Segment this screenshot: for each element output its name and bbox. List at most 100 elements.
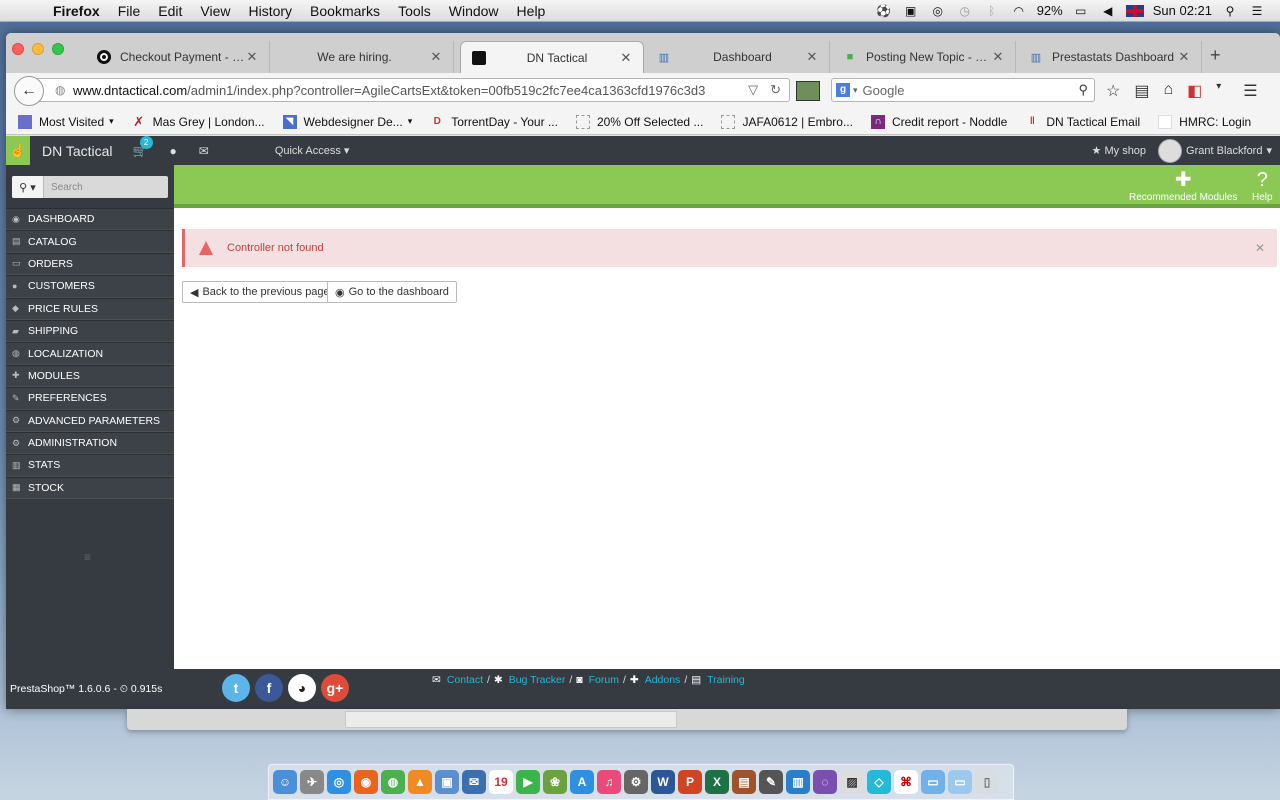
search-type-dropdown[interactable]: ⚲ ▾ [12,176,44,198]
time-machine-icon[interactable]: ◷ [956,4,974,18]
creative-cloud-icon[interactable]: ◎ [929,4,947,18]
tab-dn-tactical[interactable]: DN Tactical ✕ [460,41,644,73]
menu-item-administration[interactable]: ⚙ ADMINISTRATION [6,431,174,455]
google-plus-icon[interactable]: g+ [321,674,349,702]
menu-item-customers[interactable]: ● CUSTOMERS [6,275,174,298]
close-alert-icon[interactable]: ✕ [1255,241,1277,255]
quick-access-dropdown[interactable]: Quick Access ▾ [275,144,350,157]
spotlight-icon[interactable]: ⚲ [1221,4,1239,18]
menu-help[interactable]: Help [508,3,555,19]
menu-item-shipping[interactable]: ▰ SHIPPING [6,319,174,343]
close-tab-icon[interactable]: ✕ [245,49,259,65]
volume-icon[interactable]: ◀ [1099,4,1117,18]
search-engine-dropdown-icon[interactable]: ▾ [853,85,858,96]
downloads-folder-icon[interactable]: ▭ [921,770,945,794]
uk-flag-icon[interactable] [1125,4,1144,17]
url-dropdown-icon[interactable]: ▽ [748,82,758,98]
menu-bookmarks[interactable]: Bookmarks [301,3,389,19]
facebook-icon[interactable]: f [255,674,283,702]
downloads-dropdown-icon[interactable]: ▾ [1216,81,1221,101]
cart-icon[interactable]: 🛒 2 [133,135,153,158]
photos-icon[interactable]: ❀ [543,770,567,794]
clock[interactable]: Sun 02:21 [1153,3,1212,18]
creative-cloud-icon[interactable]: ◌ [813,770,837,794]
bookmark-torrentday[interactable]: D TorrentDay - Your ... [430,115,558,129]
prestashop-logo-icon[interactable]: ☝ [6,136,30,165]
envelope-icon[interactable]: ✉ [199,144,209,158]
recommended-modules-button[interactable]: ✚ Recommended Modules [1129,168,1237,203]
menu-tools[interactable]: Tools [389,3,440,19]
menu-edit[interactable]: Edit [149,3,191,19]
new-tab-button[interactable]: + [1210,45,1221,66]
bookmark-mas-grey[interactable]: ✗ Mas Grey | London... [132,114,264,129]
google-icon[interactable]: g [836,83,850,97]
my-shop-link[interactable]: ★ My shop [1092,144,1147,157]
zoom-window-button[interactable] [52,43,64,55]
chrome-icon[interactable]: ◍ [381,770,405,794]
go-to-dashboard-button[interactable]: ◉ Go to the dashboard [327,281,457,303]
close-tab-icon[interactable]: ✕ [1177,49,1191,65]
close-tab-icon[interactable]: ✕ [429,49,443,65]
reload-icon[interactable]: ↻ [770,82,781,98]
close-tab-icon[interactable]: ✕ [619,50,633,66]
menu-window[interactable]: Window [440,3,508,19]
pdf-extension-icon[interactable]: ◧ [1187,81,1202,101]
tab-prestastats[interactable]: ▥ Prestastats Dashboard ✕ [1018,41,1202,73]
system-preferences-icon[interactable]: ⚙ [624,770,648,794]
admin-search[interactable]: ⚲ ▾ Search [12,176,168,198]
url-bar[interactable]: ◍ www.dntactical.com /admin1/index.php?c… [36,78,790,102]
menu-history[interactable]: History [239,3,301,19]
word-icon[interactable]: W [651,770,675,794]
search-bar[interactable]: g ▾ Google ⚲ [831,78,1095,102]
bug-tracker-link[interactable]: Bug Tracker [509,674,566,686]
close-tab-icon[interactable]: ✕ [991,49,1005,65]
close-window-button[interactable] [12,43,24,55]
tab-we-are-hiring[interactable]: We are hiring. ✕ [270,41,454,73]
itunes-icon[interactable]: ♫ [597,770,621,794]
launchpad-icon[interactable]: ✈ [300,770,324,794]
menu-item-preferences[interactable]: ✎ PREFERENCES [6,387,174,410]
app-store-icon[interactable]: A [570,770,594,794]
sketch-icon[interactable]: ◇ [867,770,891,794]
menu-item-dashboard[interactable]: ◉ DASHBOARD [6,208,174,231]
bookmark-jafa[interactable]: JAFA0612 | Embro... [721,114,853,129]
notification-center-icon[interactable]: ☰ [1248,4,1266,18]
contact-link[interactable]: Contact [447,674,483,686]
script-editor-icon[interactable]: ✎ [759,770,783,794]
bluetooth-icon[interactable]: ᛒ [983,4,1001,18]
preview-icon[interactable]: ▣ [435,770,459,794]
acrobat-icon[interactable]: ⌘ [894,770,918,794]
bookmark-dn-email[interactable]: ‖ DN Tactical Email [1025,115,1140,129]
training-link[interactable]: Training [707,674,745,686]
menu-item-orders[interactable]: ▭ ORDERS [6,252,174,276]
shop-name[interactable]: DN Tactical [42,143,113,159]
bookmark-webdesigner[interactable]: ◥ Webdesigner De... ▾ [282,114,412,129]
film-icon[interactable]: ▣ [902,4,920,18]
reading-list-icon[interactable]: ▤ [1134,81,1149,101]
user-icon[interactable]: ● [170,144,177,158]
screenshot-extension-icon[interactable] [796,81,820,101]
back-to-previous-page-button[interactable]: ◀ Back to the previous page [182,281,338,303]
menu-file[interactable]: File [109,3,150,19]
numbers-icon[interactable]: ▥ [786,770,810,794]
vlc-icon[interactable]: ▲ [408,770,432,794]
menu-app-firefox[interactable]: Firefox [44,3,109,19]
menu-item-stock[interactable]: ▦ STOCK [6,476,174,500]
bookmark-star-icon[interactable]: ☆ [1106,81,1120,101]
tab-dashboard[interactable]: ▥ Dashboard ✕ [646,41,830,73]
bookmark-hmrc[interactable]: HMRC: Login [1158,114,1251,129]
firefox-icon[interactable]: ◉ [354,770,378,794]
wifi-icon[interactable]: ◠ [1010,4,1028,18]
menu-view[interactable]: View [191,3,239,19]
menu-item-modules[interactable]: ✚ MODULES [6,364,174,388]
admin-search-input[interactable]: Search [44,182,83,193]
facetime-icon[interactable]: ▶ [516,770,540,794]
battery-icon[interactable]: ▭ [1072,4,1090,18]
trash-icon[interactable]: ▯ [975,770,999,794]
hamburger-menu-icon[interactable]: ☰ [1243,81,1257,101]
bookmark-most-visited[interactable]: Most Visited ▾ [18,114,114,129]
minimize-window-button[interactable] [32,43,44,55]
employee-dropdown[interactable]: Grant Blackford ▾ [1158,138,1272,163]
menu-item-localization[interactable]: ◍ LOCALIZATION [6,342,174,365]
image-capture-icon[interactable]: ▨ [840,770,864,794]
